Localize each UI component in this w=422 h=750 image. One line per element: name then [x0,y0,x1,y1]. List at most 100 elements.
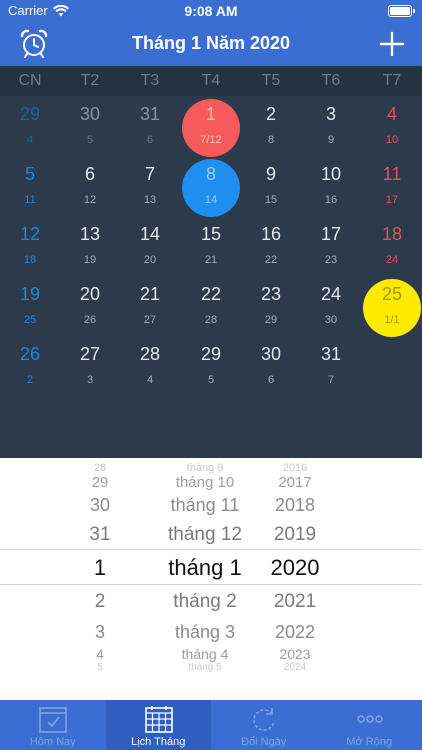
day-cell[interactable]: 26 2 [0,338,60,398]
day-cell[interactable]: 21 27 [120,278,180,338]
tab-today[interactable]: Hôm Nay [0,700,106,750]
lunar-date: 11 [24,194,36,206]
picker-day: 5 [97,662,103,673]
lunar-date: 26 [83,314,97,326]
day-cell[interactable]: 11 17 [362,158,422,218]
solar-date: 15 [200,224,222,244]
day-cell[interactable]: 17 23 [301,218,361,278]
day-cell[interactable]: 12 18 [0,218,60,278]
weekday-header: CN T2 T3 T4 T5 T6 T7 [0,66,422,96]
lunar-date: 5 [207,374,215,386]
solar-date: 19 [19,284,41,304]
picker-year: 2016 [282,462,308,474]
lunar-date: 22 [264,254,278,266]
day-cell[interactable]: 10 16 [301,158,361,218]
tab-bar: Hôm Nay Lịch Tháng Đổi Ngày Mở Rộng [0,700,422,750]
lunar-date: 7 [327,374,335,386]
lunar-date: 29 [264,314,278,326]
lunar-date: 12 [83,194,97,206]
day-cell[interactable]: 23 29 [241,278,301,338]
day-cell[interactable]: 29 4 [0,98,60,158]
day-cell[interactable]: 27 3 [60,338,120,398]
day-cell-selected[interactable]: 8 14 [181,158,241,218]
day-cell[interactable]: 19 25 [0,278,60,338]
more-dots-icon [356,715,383,723]
day-cell[interactable]: 31 6 [120,98,180,158]
lunar-date: 8 [267,134,275,146]
day-cell[interactable]: 18 24 [362,218,422,278]
tab-more[interactable]: Mở Rộng [317,700,422,750]
lunar-date: 2 [26,374,34,386]
picker-year: 2022 [274,622,316,642]
weekday-label: T3 [140,72,160,89]
solar-date: 8 [205,164,216,184]
tab-convert-date[interactable]: Đổi Ngày [211,700,317,750]
status-bar: Carrier 9:08 AM [0,0,422,22]
lunar-date: 4 [146,374,154,386]
day-cell[interactable]: 28 4 [120,338,180,398]
lunar-date: 4 [26,134,34,146]
solar-date: 4 [386,104,397,124]
tab-month-calendar[interactable]: Lịch Tháng [105,700,211,750]
solar-date: 10 [320,164,342,184]
calendar-grid-icon [144,706,173,733]
tab-convert-date-label: Đổi Ngày [241,736,287,748]
nav-bar: Tháng 1 Năm 2020 [0,22,422,66]
solar-date: 3 [325,104,336,124]
calendar-check-icon [39,707,67,733]
page-title: Tháng 1 Năm 2020 [131,33,291,53]
weekday-label: T7 [382,72,402,89]
lunar-date: 19 [83,254,97,266]
date-picker[interactable]: 28 tháng 9 2016 29 tháng 10 2017 30 tháng 11 201… [0,458,422,700]
day-cell[interactable]: 6 12 [60,158,120,218]
day-cell-today[interactable]: 1 7/12 [181,98,241,158]
solar-date: 6 [84,164,95,184]
weekday-label: T5 [261,72,281,89]
lunar-date: 7/12 [200,134,222,146]
picker-day: 4 [96,646,104,662]
solar-date: 31 [320,344,342,364]
day-cell[interactable]: 7 13 [120,158,180,218]
picker-day: 2 [94,591,106,612]
lunar-date: 16 [324,194,338,206]
lunar-date: 23 [324,254,338,266]
day-cell[interactable]: 31 7 [301,338,361,398]
day-cell[interactable]: 20 26 [60,278,120,338]
solar-date: 12 [19,224,41,244]
day-cell[interactable]: 30 5 [60,98,120,158]
picker-day: 28 [93,462,107,474]
day-cell-holiday[interactable]: 25 1/1 [362,278,422,338]
solar-date: 21 [139,284,161,304]
lunar-date: 13 [143,194,157,206]
solar-date: 16 [260,224,282,244]
solar-date: 29 [19,104,41,124]
day-cell[interactable]: 22 28 [181,278,241,338]
day-cell[interactable]: 13 19 [60,218,120,278]
solar-date: 17 [320,224,342,244]
tab-month-calendar-label: Lịch Tháng [131,736,186,748]
solar-date: 9 [265,164,276,184]
day-cell[interactable]: 15 21 [181,218,241,278]
lunar-date: 15 [264,194,278,206]
solar-date: 14 [139,224,161,244]
day-cell[interactable]: 16 22 [241,218,301,278]
lunar-date: 14 [204,194,218,206]
day-cell[interactable]: 24 30 [301,278,361,338]
day-cell[interactable]: 28 [241,98,301,158]
day-cell[interactable]: 30 6 [241,338,301,398]
lunar-date: 17 [385,194,399,206]
day-cell[interactable]: 5 11 [0,158,60,218]
day-cell[interactable]: 4 10 [362,98,422,158]
lunar-date: 5 [86,134,94,146]
solar-date: 13 [79,224,101,244]
picker-year: 2023 [279,646,311,662]
day-cell[interactable]: 9 15 [241,158,301,218]
picker-day: 30 [89,495,111,515]
day-cell[interactable]: 39 [301,98,361,158]
add-icon[interactable] [378,30,406,58]
day-cell[interactable]: 29 5 [181,338,241,398]
picker-day: 31 [89,524,111,545]
solar-date: 27 [79,344,101,364]
lunar-date: 24 [385,254,399,266]
day-cell[interactable]: 14 20 [120,218,180,278]
